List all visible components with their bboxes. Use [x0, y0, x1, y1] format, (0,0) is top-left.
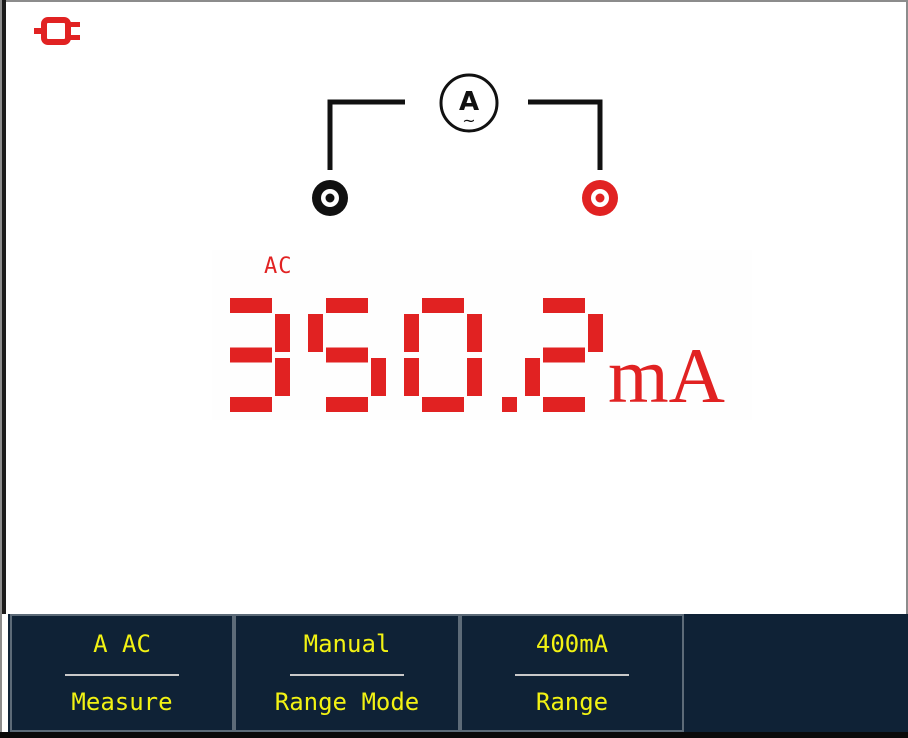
wire-left	[327, 99, 405, 170]
softkey-measure-label: Measure	[71, 688, 173, 716]
reading-value	[230, 298, 603, 412]
ammeter-wave: ~	[462, 111, 475, 130]
measurement-mode-label: AC	[264, 254, 293, 279]
softkey-divider	[290, 674, 404, 676]
com-terminal-icon	[312, 180, 348, 216]
softkey-range-value: 400mA	[535, 630, 609, 658]
softkey-range-label: Range	[535, 688, 609, 716]
input-terminal-icon	[582, 180, 618, 216]
screen-bottom-edge	[0, 732, 908, 738]
softkey-divider	[65, 674, 179, 676]
digit-0	[404, 298, 482, 412]
softkey-range-mode[interactable]: Manual Range Mode	[234, 614, 460, 732]
softkey-range[interactable]: 400mA Range	[460, 614, 684, 732]
softkey-range-mode-value: Manual	[303, 630, 391, 658]
reading-unit: mA	[608, 332, 725, 419]
wire-right	[528, 99, 603, 170]
softkey-measure[interactable]: A AC Measure	[10, 614, 234, 732]
softkey-divider	[515, 674, 629, 676]
softkey-range-mode-label: Range Mode	[274, 688, 420, 716]
softkey-measure-value: A AC	[93, 630, 151, 658]
decimal-point	[502, 397, 517, 412]
digit-2	[525, 298, 603, 412]
ammeter-icon: A ~	[439, 73, 499, 133]
digit-5	[308, 298, 386, 412]
connection-diagram: A ~	[312, 73, 618, 216]
digit-3	[230, 298, 290, 412]
